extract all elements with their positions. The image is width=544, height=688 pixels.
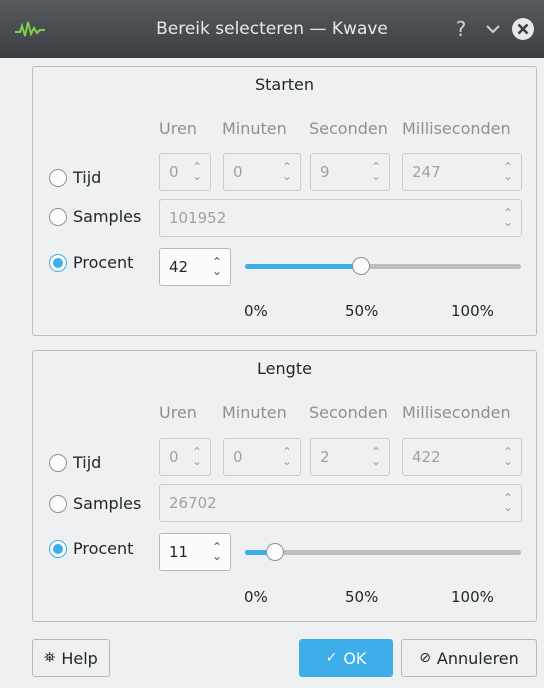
spin-arrows-icon[interactable]: ⌃ ⌄ — [503, 446, 513, 467]
column-header-milliseconds: Milliseconden — [402, 403, 511, 422]
length-milliseconds-spinbox[interactable]: 422 ⌃ ⌄ — [402, 438, 522, 476]
start-minutes-spinbox[interactable]: 0 ⌃ ⌄ — [223, 153, 301, 191]
spin-arrows-icon[interactable]: ⌃ ⌄ — [371, 161, 381, 182]
close-icon[interactable] — [510, 16, 536, 42]
length-hours-spinbox[interactable]: 0 ⌃ ⌄ — [159, 438, 211, 476]
spin-arrows-icon[interactable]: ⌃ ⌄ — [192, 446, 202, 467]
spin-arrows-icon[interactable]: ⌃ ⌄ — [503, 161, 513, 182]
spin-arrows-icon[interactable]: ⌃ ⌄ — [212, 541, 222, 562]
slider-fill — [245, 264, 361, 269]
length-percent-radio[interactable]: Procent — [49, 539, 133, 558]
radio-button[interactable] — [49, 453, 67, 472]
chevron-down-icon[interactable] — [480, 16, 506, 42]
radio-button-checked[interactable] — [49, 539, 67, 558]
help-button[interactable]: ⛯ Help — [32, 639, 110, 677]
column-header-seconds: Seconden — [309, 119, 388, 138]
help-lifebuoy-icon: ⛯ — [44, 650, 56, 666]
length-samples-value: 26702 — [169, 494, 217, 512]
length-hours-value: 0 — [169, 448, 179, 466]
start-samples-spinbox[interactable]: 101952 ⌃ ⌄ — [159, 199, 522, 237]
length-minutes-value: 0 — [233, 448, 243, 466]
start-hours-spinbox[interactable]: 0 ⌃ ⌄ — [159, 153, 211, 191]
column-header-minutes: Minuten — [222, 119, 287, 138]
length-seconds-spinbox[interactable]: 2 ⌃ ⌄ — [310, 438, 390, 476]
length-percent-value: 11 — [169, 543, 189, 561]
start-samples-label: Samples — [73, 207, 142, 226]
title-bar: Bereik selecteren — Kwave ? — [0, 0, 544, 58]
cancel-button-label: Annuleren — [436, 648, 519, 668]
column-header-hours: Uren — [159, 403, 197, 422]
start-hours-value: 0 — [169, 163, 179, 181]
column-header-minutes: Minuten — [222, 403, 287, 422]
length-samples-spinbox[interactable]: 26702 ⌃ ⌄ — [159, 484, 522, 522]
length-samples-label: Samples — [73, 494, 142, 513]
radio-button[interactable] — [49, 207, 67, 226]
start-tick-50: 50% — [345, 302, 379, 320]
start-tick-0: 0% — [244, 302, 268, 320]
spin-arrows-icon[interactable]: ⌃ ⌄ — [503, 207, 513, 228]
start-samples-radio[interactable]: Samples — [49, 207, 141, 226]
column-header-hours: Uren — [159, 119, 197, 138]
length-percent-slider[interactable] — [245, 542, 521, 562]
question-mark-icon[interactable]: ? — [448, 16, 474, 42]
column-header-seconds: Seconden — [309, 403, 388, 422]
radio-button[interactable] — [49, 494, 67, 513]
length-minutes-spinbox[interactable]: 0 ⌃ ⌄ — [223, 438, 301, 476]
start-seconds-value: 9 — [320, 163, 330, 181]
start-milliseconds-value: 247 — [412, 163, 441, 181]
spin-arrows-icon[interactable]: ⌃ ⌄ — [282, 446, 292, 467]
length-tick-50: 50% — [345, 588, 379, 606]
length-milliseconds-value: 422 — [412, 448, 441, 466]
length-percent-spinbox[interactable]: 11 ⌃ ⌄ — [159, 533, 231, 571]
cancel-button[interactable]: ⊘ Annuleren — [401, 639, 537, 677]
start-samples-value: 101952 — [169, 209, 227, 227]
length-tick-100: 100% — [451, 588, 494, 606]
start-percent-label: Procent — [73, 253, 134, 272]
start-tick-100: 100% — [451, 302, 494, 320]
start-percent-spinbox[interactable]: 42 ⌃ ⌄ — [159, 248, 231, 286]
start-group: Starten Uren Minuten Seconden Millisecon… — [32, 66, 537, 336]
spin-arrows-icon[interactable]: ⌃ ⌄ — [503, 492, 513, 513]
ok-button-label: OK — [343, 648, 367, 668]
start-minutes-value: 0 — [233, 163, 243, 181]
length-time-radio[interactable]: Tijd — [49, 453, 101, 472]
column-header-milliseconds: Milliseconden — [402, 119, 511, 138]
length-percent-label: Procent — [73, 539, 134, 558]
length-samples-radio[interactable]: Samples — [49, 494, 141, 513]
help-button-label: Help — [61, 648, 98, 668]
radio-button[interactable] — [49, 168, 67, 187]
spin-arrows-icon[interactable]: ⌃ ⌄ — [371, 446, 381, 467]
slider-handle[interactable] — [352, 257, 370, 275]
start-percent-slider[interactable] — [245, 256, 521, 276]
start-time-radio[interactable]: Tijd — [49, 168, 101, 187]
length-seconds-value: 2 — [320, 448, 330, 466]
start-percent-value: 42 — [169, 258, 189, 276]
length-tick-0: 0% — [244, 588, 268, 606]
spin-arrows-icon[interactable]: ⌃ ⌄ — [282, 161, 292, 182]
start-milliseconds-spinbox[interactable]: 247 ⌃ ⌄ — [402, 153, 522, 191]
cancel-circle-icon: ⊘ — [419, 650, 431, 666]
radio-button-checked[interactable] — [49, 253, 67, 272]
start-seconds-spinbox[interactable]: 9 ⌃ ⌄ — [310, 153, 390, 191]
length-group: Lengte Uren Minuten Seconden Millisecond… — [32, 350, 537, 622]
length-time-label: Tijd — [73, 453, 102, 472]
slider-track — [245, 550, 521, 555]
spin-arrows-icon[interactable]: ⌃ ⌄ — [192, 161, 202, 182]
start-percent-radio[interactable]: Procent — [49, 253, 133, 272]
checkmark-icon: ✓ — [325, 650, 338, 666]
start-group-title: Starten — [254, 75, 315, 94]
ok-button[interactable]: ✓ OK — [299, 639, 393, 677]
slider-handle[interactable] — [266, 543, 284, 561]
start-time-label: Tijd — [73, 168, 102, 187]
spin-arrows-icon[interactable]: ⌃ ⌄ — [212, 256, 222, 277]
length-group-title: Lengte — [257, 359, 312, 378]
